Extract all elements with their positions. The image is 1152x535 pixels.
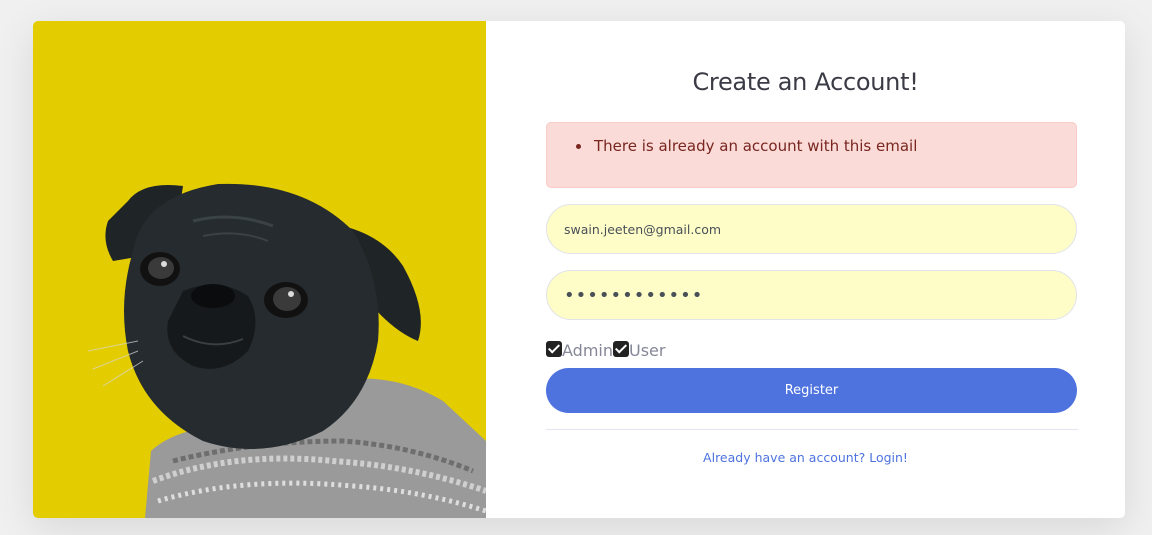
password-input[interactable]	[546, 270, 1077, 320]
error-message: There is already an account with this em…	[592, 137, 1076, 155]
register-card: Create an Account! There is already an a…	[33, 21, 1125, 518]
user-checkbox[interactable]	[613, 340, 629, 357]
register-form-panel: Create an Account! There is already an a…	[486, 21, 1125, 518]
role-selector: Admin User	[546, 337, 665, 360]
admin-checkbox[interactable]	[546, 340, 562, 357]
email-input[interactable]	[546, 204, 1077, 254]
pug-dog-illustration	[87, 183, 486, 518]
register-button[interactable]: Register	[546, 368, 1077, 413]
admin-checkbox-label: Admin	[562, 341, 613, 360]
page-title: Create an Account!	[692, 68, 919, 96]
user-checkbox-label: User	[629, 341, 666, 360]
login-link[interactable]: Already have an account? Login!	[486, 450, 1125, 465]
divider	[546, 429, 1078, 430]
error-alert: There is already an account with this em…	[546, 122, 1077, 188]
register-image-panel	[33, 21, 486, 518]
